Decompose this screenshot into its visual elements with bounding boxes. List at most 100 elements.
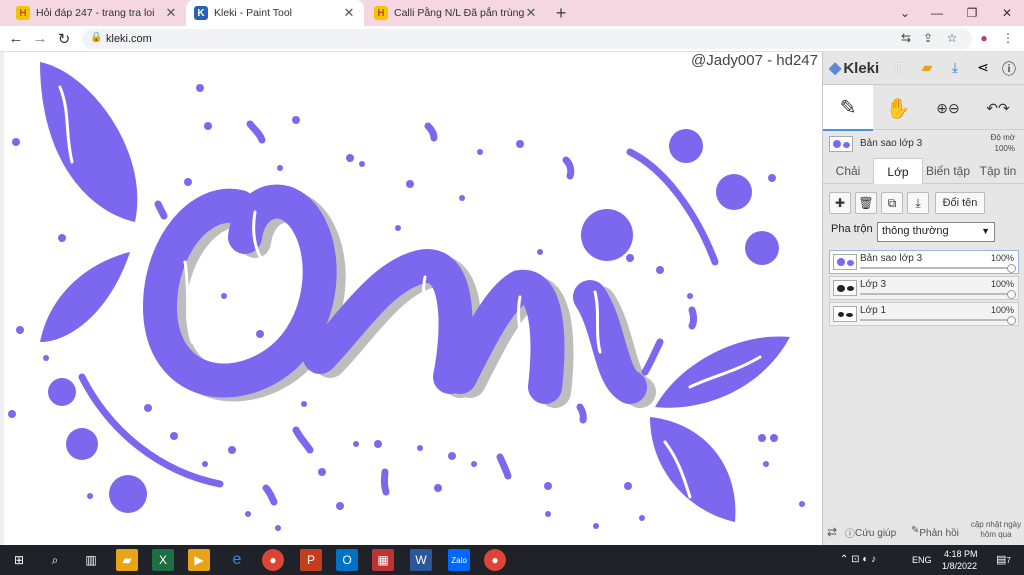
- tray-icons[interactable]: ⌃ ⊡ ◐ ♪: [840, 554, 876, 565]
- translate-icon[interactable]: ⇆: [898, 31, 914, 45]
- tab-file[interactable]: Tập tin: [973, 158, 1023, 184]
- tab-edit[interactable]: Biến tập: [923, 158, 973, 184]
- outlook-icon[interactable]: O: [336, 549, 358, 571]
- edge-icon[interactable]: e: [226, 549, 248, 571]
- minimize-button[interactable]: —: [920, 0, 954, 26]
- opacity-label: Độ mờ: [990, 133, 1015, 142]
- opacity-slider-handle[interactable]: [1007, 264, 1016, 273]
- reload-button[interactable]: ↻: [54, 30, 74, 48]
- photos-icon[interactable]: ▦: [372, 549, 394, 571]
- powerpoint-icon[interactable]: P: [300, 549, 322, 571]
- share-icon[interactable]: ⇪: [920, 31, 936, 45]
- browser-tab-strip: H Hỏi đáp 247 - trang tra loi ✕ K Kleki …: [0, 0, 1024, 26]
- watermark-text: @Jady007 - hd247: [691, 52, 818, 69]
- add-layer-button[interactable]: ✚: [829, 192, 851, 214]
- language-indicator[interactable]: ENG: [912, 555, 932, 565]
- current-layer-name: Bản sao lớp 3: [860, 138, 923, 149]
- update-note[interactable]: cập nhật ngày hôm qua: [967, 520, 1024, 540]
- menu-dots-icon[interactable]: ⋮: [1000, 31, 1016, 45]
- back-button[interactable]: ←: [6, 30, 26, 47]
- brush-tool-button[interactable]: ✎: [823, 85, 873, 131]
- opacity-value: 100%: [994, 144, 1015, 153]
- clock-time[interactable]: 4:18 PM: [944, 549, 978, 559]
- zoom-buttons[interactable]: ⊕⊖: [923, 85, 973, 131]
- clock-date[interactable]: 1/8/2022: [942, 561, 977, 571]
- help-link[interactable]: ⓘ Cứu giúp: [845, 525, 896, 540]
- kleki-logo-icon: ◆: [829, 60, 842, 77]
- layer-name: Lớp 3: [860, 279, 887, 290]
- profile-icon[interactable]: ●: [976, 31, 992, 45]
- layer-opacity-readout: Độ mờ 100%: [991, 132, 1015, 154]
- chrome-active-icon[interactable]: ●: [484, 549, 506, 571]
- notification-count: 7: [1006, 556, 1011, 565]
- share-icon[interactable]: ⋖: [973, 59, 993, 76]
- open-folder-icon[interactable]: ▰: [917, 59, 937, 76]
- undo-redo-buttons[interactable]: ↶↷: [973, 85, 1023, 131]
- tab-search-icon[interactable]: ⌄: [888, 0, 922, 26]
- task-view-icon[interactable]: ▥: [80, 549, 102, 571]
- maximize-button[interactable]: ❐: [955, 0, 989, 26]
- swap-layout-icon[interactable]: ⇄: [827, 525, 837, 539]
- close-tab-icon[interactable]: ✕: [342, 5, 356, 21]
- address-bar: ← → ↻ 🔒 kleki.com ⇆ ⇪ ☆ ● ⋮: [0, 26, 1024, 52]
- layer-thumbnail: [833, 254, 857, 270]
- media-player-icon[interactable]: ▶: [188, 549, 210, 571]
- artwork-svg[interactable]: [0, 52, 822, 545]
- close-tab-icon[interactable]: ✕: [524, 5, 538, 21]
- opacity-slider-track[interactable]: [860, 293, 1010, 295]
- new-file-icon[interactable]: ▯: [889, 59, 909, 76]
- help-label: Cứu giúp: [855, 528, 897, 539]
- kleki-favicon-icon: K: [194, 6, 208, 20]
- hoidap-favicon-icon: H: [16, 6, 30, 20]
- notification-icon[interactable]: ▤7: [996, 553, 1011, 566]
- layer-thumbnail: [833, 306, 857, 322]
- layer-row[interactable]: Lớp 3 100%: [829, 276, 1019, 300]
- excel-icon[interactable]: X: [152, 549, 174, 571]
- tab-brush[interactable]: Chải: [823, 158, 873, 184]
- chrome-icon[interactable]: ●: [262, 549, 284, 571]
- windows-start-icon[interactable]: ⊞: [8, 549, 30, 571]
- url-field[interactable]: 🔒 kleki.com: [82, 29, 972, 49]
- tab-layers[interactable]: Lớp: [873, 158, 923, 184]
- opacity-slider-handle[interactable]: [1007, 316, 1016, 325]
- new-tab-button[interactable]: +: [551, 3, 571, 24]
- feedback-label: Phản hồi: [919, 528, 959, 539]
- opacity-slider-track[interactable]: [860, 319, 1010, 321]
- feedback-link[interactable]: ✎ Phản hồi: [911, 525, 959, 539]
- tab-title: Kleki - Paint Tool: [214, 7, 293, 19]
- delete-layer-button[interactable]: 🗑: [855, 192, 877, 214]
- windows-taskbar: ⊞ ⌕ ▥ ▰ X ▶ e ● P O ▦ W Zalo ● ⌃ ⊡ ◐ ♪ E…: [0, 545, 1024, 575]
- bookmark-star-icon[interactable]: ☆: [944, 31, 960, 45]
- opacity-slider-handle[interactable]: [1007, 290, 1016, 299]
- word-icon[interactable]: W: [410, 549, 432, 571]
- rename-layer-button[interactable]: Đổi tên: [935, 192, 985, 214]
- drawing-canvas-area[interactable]: @Jady007 - hd247: [0, 52, 822, 545]
- zalo-icon[interactable]: Zalo: [448, 549, 470, 571]
- chevron-down-icon: ▼: [981, 226, 990, 236]
- tab-calli[interactable]: H Calli Pằng N/L Đã pẳn trùng tìm ✕: [366, 0, 546, 26]
- layer-row[interactable]: Lớp 1 100%: [829, 302, 1019, 326]
- duplicate-layer-button[interactable]: ⧉: [881, 192, 903, 214]
- close-window-button[interactable]: ✕: [990, 0, 1024, 26]
- merge-down-button[interactable]: ⤓: [907, 192, 929, 214]
- search-icon[interactable]: ⌕: [44, 549, 66, 571]
- url-text: kleki.com: [106, 33, 152, 45]
- panel-footer: ⇄ ⓘ Cứu giúp ✎ Phản hồi cập nhật ngày hô…: [823, 520, 1024, 544]
- close-tab-icon[interactable]: ✕: [164, 5, 178, 21]
- tab-kleki[interactable]: K Kleki - Paint Tool ✕: [186, 0, 364, 26]
- layer-thumbnail: [829, 136, 853, 152]
- hoidap-favicon-icon: H: [374, 6, 388, 20]
- download-icon[interactable]: ⤓: [945, 59, 965, 76]
- layer-row[interactable]: Bản sao lớp 3 100%: [829, 250, 1019, 274]
- blend-mode-select[interactable]: thông thường ▼: [877, 222, 995, 242]
- file-explorer-icon[interactable]: ▰: [116, 549, 138, 571]
- kleki-logo: ◆ Kleki: [829, 58, 879, 78]
- tab-hoidap247[interactable]: H Hỏi đáp 247 - trang tra loi ✕: [8, 0, 186, 26]
- current-layer-header: Bản sao lớp 3 Độ mờ 100%: [823, 132, 1024, 158]
- hand-tool-button[interactable]: ✋: [873, 85, 923, 131]
- opacity-slider-track[interactable]: [860, 267, 1010, 269]
- help-icon[interactable]: ⓘ: [999, 59, 1019, 79]
- layer-opacity: 100%: [990, 253, 1014, 263]
- lock-icon: 🔒: [90, 32, 103, 43]
- forward-button[interactable]: →: [30, 30, 50, 47]
